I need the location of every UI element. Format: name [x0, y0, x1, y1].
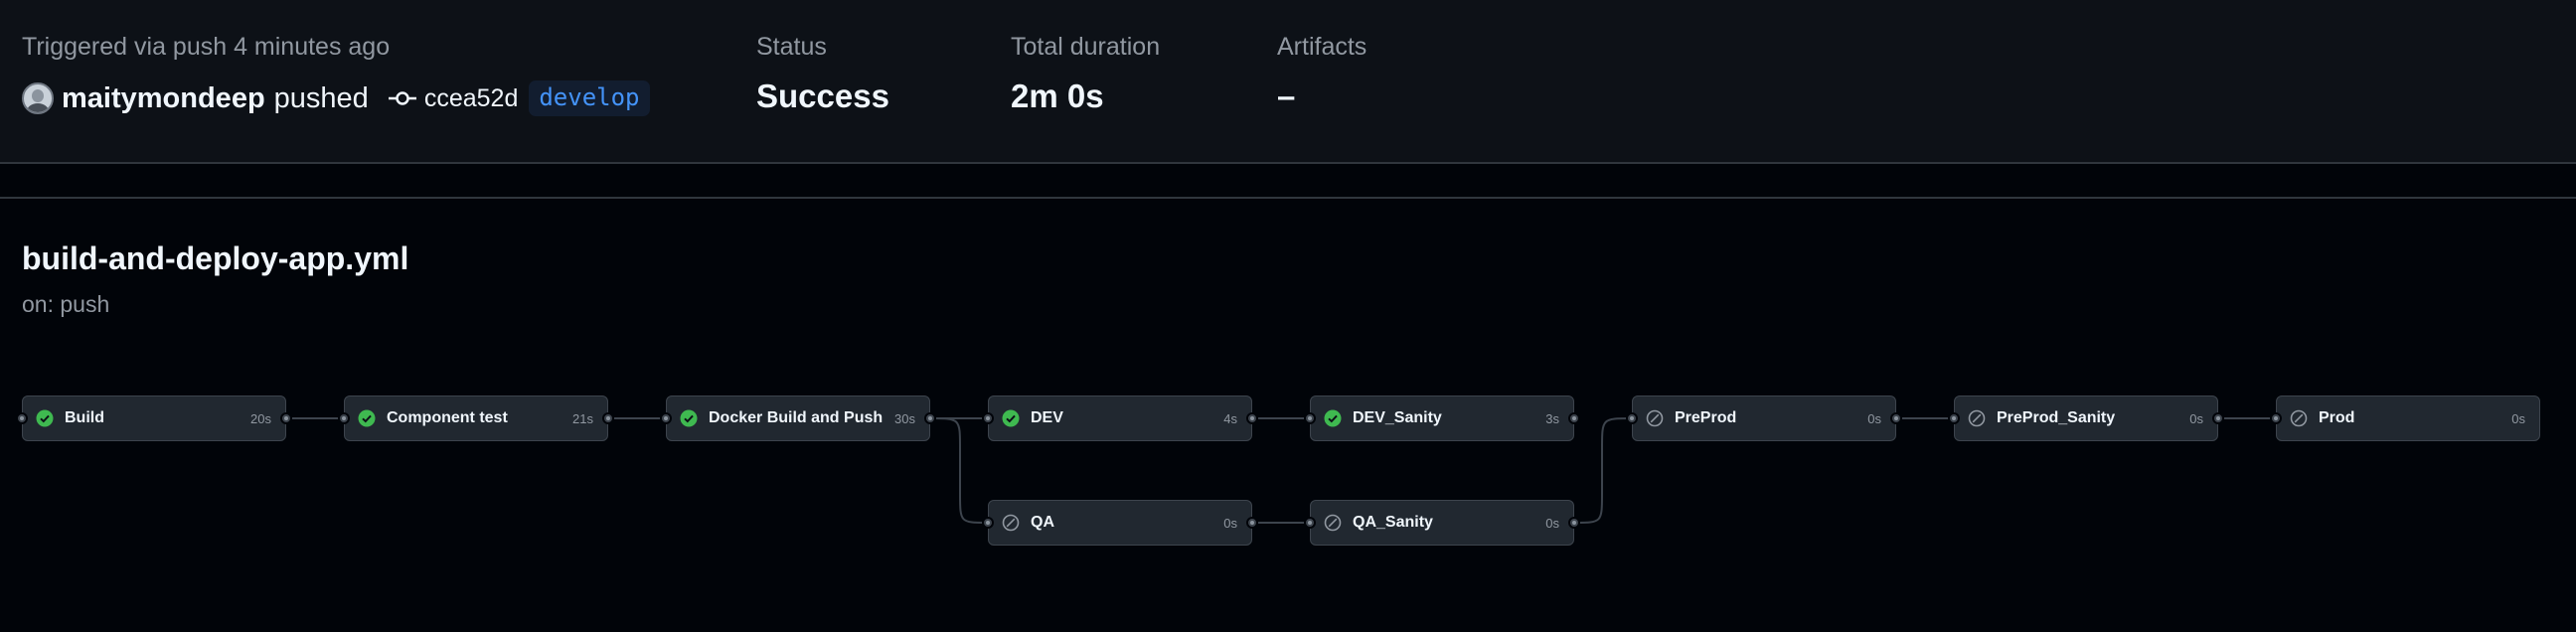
- job-qa-sanity[interactable]: QA_Sanity 0s: [1304, 500, 1580, 546]
- job-name: PreProd: [1675, 409, 1737, 426]
- job-name: DEV: [1031, 409, 1063, 426]
- skipped-icon: [1002, 514, 1020, 532]
- job-name: PreProd_Sanity: [1997, 409, 2116, 426]
- check-circle-icon: [1324, 409, 1342, 427]
- job-name: Build: [65, 409, 104, 426]
- job-docker-build-and-push[interactable]: Docker Build and Push 30s: [660, 395, 936, 441]
- check-circle-icon: [680, 409, 698, 427]
- job-name: QA: [1031, 514, 1054, 531]
- skipped-icon: [1968, 409, 1986, 427]
- job-dev[interactable]: DEV 4s: [982, 395, 1258, 441]
- job-prod[interactable]: Prod 0s: [2270, 395, 2540, 441]
- job-duration: 0s: [1545, 516, 1559, 531]
- check-circle-icon: [1002, 409, 1020, 427]
- job-duration: 30s: [894, 411, 915, 426]
- job-name: DEV_Sanity: [1353, 409, 1442, 426]
- skipped-icon: [2290, 409, 2308, 427]
- job-duration: 0s: [2189, 411, 2203, 426]
- job-qa[interactable]: QA 0s: [982, 500, 1258, 546]
- job-build[interactable]: Build 20s: [16, 395, 292, 441]
- job-name: Component test: [387, 409, 508, 426]
- job-dependency-lines: [286, 417, 2276, 524]
- check-circle-icon: [36, 409, 54, 427]
- job-duration: 0s: [1867, 411, 1881, 426]
- job-dev-sanity[interactable]: DEV_Sanity 3s: [1304, 395, 1580, 441]
- job-name: Docker Build and Push: [709, 409, 884, 426]
- job-preprod[interactable]: PreProd 0s: [1626, 395, 1902, 441]
- check-circle-icon: [358, 409, 376, 427]
- job-duration: 4s: [1223, 411, 1237, 426]
- job-duration: 20s: [250, 411, 271, 426]
- job-name: QA_Sanity: [1353, 514, 1433, 531]
- job-preprod-sanity[interactable]: PreProd_Sanity 0s: [1948, 395, 2224, 441]
- skipped-icon: [1324, 514, 1342, 532]
- job-duration: 21s: [572, 411, 593, 426]
- job-duration: 0s: [2511, 411, 2525, 426]
- job-duration: 0s: [1223, 516, 1237, 531]
- job-duration: 3s: [1545, 411, 1559, 426]
- skipped-icon: [1646, 409, 1664, 427]
- job-name: Prod: [2319, 409, 2355, 426]
- job-component-test[interactable]: Component test 21s: [338, 395, 614, 441]
